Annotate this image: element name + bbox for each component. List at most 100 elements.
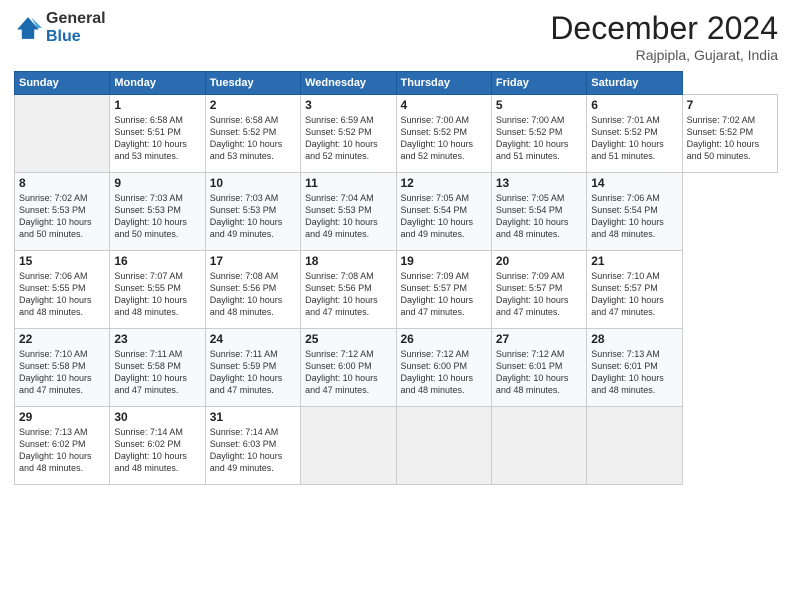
logo-text: General Blue: [46, 10, 106, 45]
day-info: Sunrise: 7:09 AM Sunset: 5:57 PM Dayligh…: [401, 270, 487, 319]
calendar-table: SundayMondayTuesdayWednesdayThursdayFrid…: [14, 71, 778, 485]
day-number: 30: [114, 410, 200, 424]
calendar-cell: [301, 407, 396, 485]
day-info: Sunrise: 7:12 AM Sunset: 6:01 PM Dayligh…: [496, 348, 582, 397]
day-header-friday: Friday: [491, 72, 586, 95]
day-number: 4: [401, 98, 487, 112]
day-info: Sunrise: 6:58 AM Sunset: 5:51 PM Dayligh…: [114, 114, 200, 163]
logo-general-text: General: [46, 10, 106, 28]
calendar-container: General Blue December 2024 Rajpipla, Guj…: [0, 0, 792, 495]
day-info: Sunrise: 7:13 AM Sunset: 6:02 PM Dayligh…: [19, 426, 105, 475]
week-row-3: 15Sunrise: 7:06 AM Sunset: 5:55 PM Dayli…: [15, 251, 778, 329]
day-number: 6: [591, 98, 677, 112]
day-header-saturday: Saturday: [587, 72, 682, 95]
day-info: Sunrise: 7:02 AM Sunset: 5:53 PM Dayligh…: [19, 192, 105, 241]
calendar-cell: 10 Sunrise: 7:03 AM Sunset: 5:53 PM Dayli…: [205, 173, 300, 251]
calendar-cell: 18Sunrise: 7:08 AM Sunset: 5:56 PM Dayli…: [301, 251, 396, 329]
calendar-cell: 27 Sunrise: 7:12 AM Sunset: 6:01 PM Dayli…: [491, 329, 586, 407]
day-info: Sunrise: 7:13 AM Sunset: 6:01 PM Dayligh…: [591, 348, 677, 397]
day-info: Sunrise: 6:58 AM Sunset: 5:52 PM Dayligh…: [210, 114, 296, 163]
day-number: 7: [687, 98, 773, 112]
day-header-thursday: Thursday: [396, 72, 491, 95]
day-info: Sunrise: 7:14 AM Sunset: 6:03 PM Dayligh…: [210, 426, 296, 475]
day-info: Sunrise: 7:03 AM Sunset: 5:53 PM Dayligh…: [210, 192, 296, 241]
calendar-cell: [491, 407, 586, 485]
day-info: Sunrise: 7:05 AM Sunset: 5:54 PM Dayligh…: [496, 192, 582, 241]
calendar-cell: [587, 407, 682, 485]
calendar-cell: 5 Sunrise: 7:00 AM Sunset: 5:52 PM Daylig…: [491, 95, 586, 173]
week-row-2: 8Sunrise: 7:02 AM Sunset: 5:53 PM Daylig…: [15, 173, 778, 251]
day-number: 9: [114, 176, 200, 190]
day-number: 3: [305, 98, 391, 112]
calendar-cell: 3Sunrise: 6:59 AM Sunset: 5:52 PM Daylig…: [301, 95, 396, 173]
calendar-cell: 17 Sunrise: 7:08 AM Sunset: 5:56 PM Dayli…: [205, 251, 300, 329]
day-number: 17: [210, 254, 296, 268]
day-info: Sunrise: 7:08 AM Sunset: 5:56 PM Dayligh…: [210, 270, 296, 319]
day-number: 27: [496, 332, 582, 346]
calendar-cell: 29 Sunrise: 7:13 AM Sunset: 6:02 PM Dayli…: [15, 407, 110, 485]
day-number: 14: [591, 176, 677, 190]
calendar-cell: [396, 407, 491, 485]
week-row-4: 22 Sunrise: 7:10 AM Sunset: 5:58 PM Dayli…: [15, 329, 778, 407]
day-info: Sunrise: 7:12 AM Sunset: 6:00 PM Dayligh…: [305, 348, 391, 397]
day-number: 20: [496, 254, 582, 268]
calendar-cell: 6Sunrise: 7:01 AM Sunset: 5:52 PM Daylig…: [587, 95, 682, 173]
week-row-5: 29 Sunrise: 7:13 AM Sunset: 6:02 PM Dayli…: [15, 407, 778, 485]
day-number: 28: [591, 332, 677, 346]
calendar-cell: 25Sunrise: 7:12 AM Sunset: 6:00 PM Dayli…: [301, 329, 396, 407]
calendar-cell: 9 Sunrise: 7:03 AM Sunset: 5:53 PM Daylig…: [110, 173, 205, 251]
day-header-tuesday: Tuesday: [205, 72, 300, 95]
calendar-cell: 12Sunrise: 7:05 AM Sunset: 5:54 PM Dayli…: [396, 173, 491, 251]
calendar-cell: 23 Sunrise: 7:11 AM Sunset: 5:58 PM Dayli…: [110, 329, 205, 407]
day-number: 26: [401, 332, 487, 346]
header-row: SundayMondayTuesdayWednesdayThursdayFrid…: [15, 72, 778, 95]
day-number: 22: [19, 332, 105, 346]
header: General Blue December 2024 Rajpipla, Guj…: [14, 10, 778, 63]
day-info: Sunrise: 7:11 AM Sunset: 5:58 PM Dayligh…: [114, 348, 200, 397]
title-block: December 2024 Rajpipla, Gujarat, India: [550, 10, 778, 63]
calendar-cell: 1 Sunrise: 6:58 AM Sunset: 5:51 PM Daylig…: [110, 95, 205, 173]
calendar-cell: 19 Sunrise: 7:09 AM Sunset: 5:57 PM Dayli…: [396, 251, 491, 329]
day-number: 1: [114, 98, 200, 112]
calendar-cell: 11Sunrise: 7:04 AM Sunset: 5:53 PM Dayli…: [301, 173, 396, 251]
calendar-cell: 13 Sunrise: 7:05 AM Sunset: 5:54 PM Dayli…: [491, 173, 586, 251]
day-number: 10: [210, 176, 296, 190]
day-info: Sunrise: 7:03 AM Sunset: 5:53 PM Dayligh…: [114, 192, 200, 241]
day-number: 2: [210, 98, 296, 112]
day-header-wednesday: Wednesday: [301, 72, 396, 95]
day-info: Sunrise: 7:08 AM Sunset: 5:56 PM Dayligh…: [305, 270, 391, 319]
calendar-cell: 24Sunrise: 7:11 AM Sunset: 5:59 PM Dayli…: [205, 329, 300, 407]
day-number: 29: [19, 410, 105, 424]
calendar-cell: 28 Sunrise: 7:13 AM Sunset: 6:01 PM Dayli…: [587, 329, 682, 407]
day-info: Sunrise: 7:09 AM Sunset: 5:57 PM Dayligh…: [496, 270, 582, 319]
calendar-cell: [15, 95, 110, 173]
calendar-cell: 8Sunrise: 7:02 AM Sunset: 5:53 PM Daylig…: [15, 173, 110, 251]
week-row-1: 1 Sunrise: 6:58 AM Sunset: 5:51 PM Daylig…: [15, 95, 778, 173]
logo: General Blue: [14, 10, 106, 45]
day-info: Sunrise: 7:07 AM Sunset: 5:55 PM Dayligh…: [114, 270, 200, 319]
day-info: Sunrise: 7:06 AM Sunset: 5:54 PM Dayligh…: [591, 192, 677, 241]
day-info: Sunrise: 7:00 AM Sunset: 5:52 PM Dayligh…: [496, 114, 582, 163]
calendar-cell: 31 Sunrise: 7:14 AM Sunset: 6:03 PM Dayli…: [205, 407, 300, 485]
day-info: Sunrise: 7:00 AM Sunset: 5:52 PM Dayligh…: [401, 114, 487, 163]
day-info: Sunrise: 7:10 AM Sunset: 5:57 PM Dayligh…: [591, 270, 677, 319]
day-number: 16: [114, 254, 200, 268]
day-info: Sunrise: 7:10 AM Sunset: 5:58 PM Dayligh…: [19, 348, 105, 397]
calendar-cell: 4 Sunrise: 7:00 AM Sunset: 5:52 PM Daylig…: [396, 95, 491, 173]
day-info: Sunrise: 7:14 AM Sunset: 6:02 PM Dayligh…: [114, 426, 200, 475]
calendar-cell: 26 Sunrise: 7:12 AM Sunset: 6:00 PM Dayli…: [396, 329, 491, 407]
calendar-cell: 22 Sunrise: 7:10 AM Sunset: 5:58 PM Dayli…: [15, 329, 110, 407]
calendar-cell: 7Sunrise: 7:02 AM Sunset: 5:52 PM Daylig…: [682, 95, 777, 173]
calendar-cell: 2 Sunrise: 6:58 AM Sunset: 5:52 PM Daylig…: [205, 95, 300, 173]
day-info: Sunrise: 7:12 AM Sunset: 6:00 PM Dayligh…: [401, 348, 487, 397]
day-number: 5: [496, 98, 582, 112]
day-number: 12: [401, 176, 487, 190]
day-number: 31: [210, 410, 296, 424]
day-number: 19: [401, 254, 487, 268]
calendar-cell: 21Sunrise: 7:10 AM Sunset: 5:57 PM Dayli…: [587, 251, 682, 329]
day-number: 23: [114, 332, 200, 346]
day-header-monday: Monday: [110, 72, 205, 95]
day-number: 11: [305, 176, 391, 190]
calendar-cell: 15Sunrise: 7:06 AM Sunset: 5:55 PM Dayli…: [15, 251, 110, 329]
day-number: 13: [496, 176, 582, 190]
